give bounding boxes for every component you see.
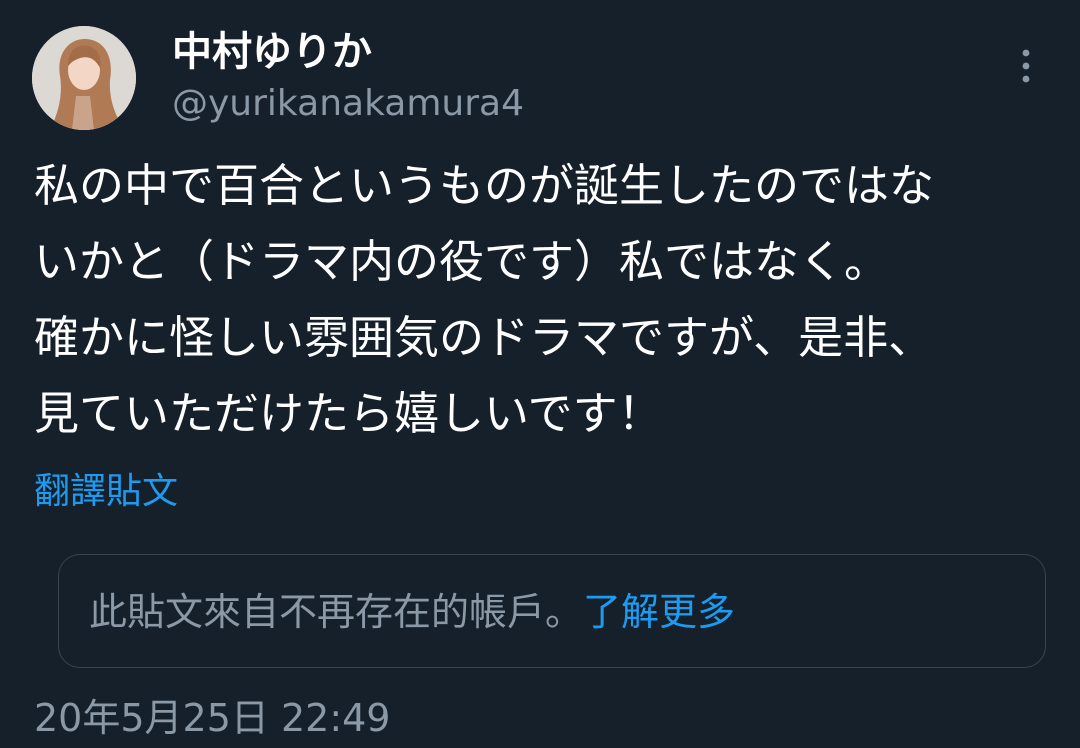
quoted-post-unavailable-notice: 此貼文來自不再存在的帳戶。了解更多	[58, 554, 1046, 668]
learn-more-link[interactable]: 了解更多	[583, 590, 735, 634]
post-timestamp[interactable]: 20年5月25日 22:49	[34, 692, 390, 744]
profile-photo-icon	[32, 26, 136, 130]
tweet-text-line: 私の中で百合というものが誕生したのではな	[34, 159, 935, 212]
tweet-text-line: 見ていただけたら嬉しいです！	[34, 387, 663, 440]
notice-text: 此貼文來自不再存在的帳戶。了解更多	[89, 587, 735, 637]
avatar[interactable]	[32, 26, 136, 130]
translate-post-link[interactable]: 翻譯貼文	[34, 468, 178, 516]
tweet-text: 私の中で百合というものが誕生したのではな いかと（ドラマ内の役です）私ではなく。…	[34, 148, 1054, 452]
tweet-text-line: 確かに怪しい雰囲気のドラマですが、是非、	[34, 311, 934, 364]
author-display-name[interactable]: 中村ゆりか	[172, 26, 372, 78]
vertical-ellipsis-icon	[1022, 49, 1030, 83]
author-handle[interactable]: @yurikanakamura4	[172, 80, 524, 128]
more-options-button[interactable]	[1004, 44, 1048, 88]
notice-message: 此貼文來自不再存在的帳戶。	[89, 590, 584, 634]
tweet-text-line: いかと（ドラマ内の役です）私ではなく。	[34, 235, 890, 288]
